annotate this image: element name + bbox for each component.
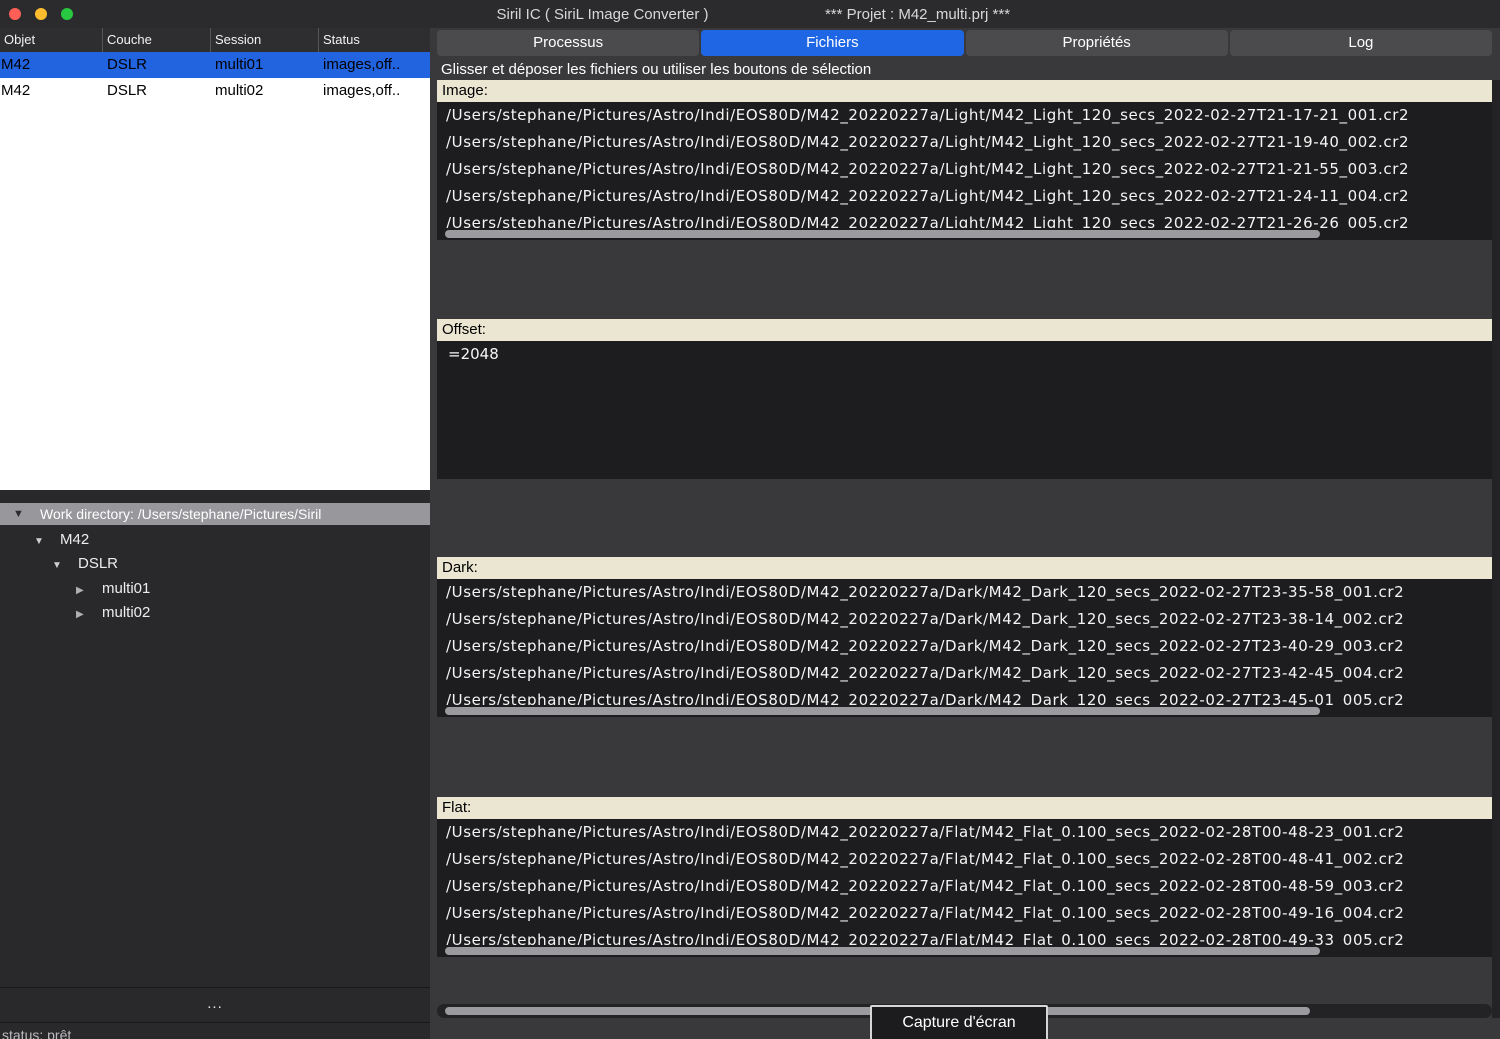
status-text: status: prêt: [2, 1027, 71, 1039]
file-path-item[interactable]: /Users/stephane/Pictures/Astro/Indi/EOS8…: [437, 660, 1492, 687]
tree-item-multi02[interactable]: ▶ multi02: [0, 601, 430, 625]
app-window: Siril IC ( SiriL Image Converter ) *** P…: [0, 0, 1500, 1039]
image-file-list: /Users/stephane/Pictures/Astro/Indi/EOS8…: [437, 102, 1492, 228]
file-path-item[interactable]: /Users/stephane/Pictures/Astro/Indi/EOS8…: [437, 873, 1492, 900]
file-path-item[interactable]: /Users/stephane/Pictures/Astro/Indi/EOS8…: [437, 210, 1492, 228]
collapse-triangle-icon[interactable]: ▼: [13, 503, 24, 525]
horizontal-scrollbar[interactable]: [437, 705, 1492, 717]
directory-tree-panel: ▼ Work directory: /Users/stephane/Pictur…: [0, 490, 430, 1039]
file-path-item[interactable]: /Users/stephane/Pictures/Astro/Indi/EOS8…: [437, 183, 1492, 210]
disclosure-open-icon[interactable]: ▼: [52, 554, 66, 578]
capture-screen-button[interactable]: Capture d'écran: [870, 1005, 1048, 1039]
panel-divider: [0, 1022, 430, 1023]
tree-item-m42[interactable]: ▼ M42: [0, 528, 430, 552]
minimize-button[interactable]: [35, 8, 47, 20]
tab-fichiers[interactable]: Fichiers: [701, 30, 963, 56]
horizontal-scrollbar[interactable]: [437, 945, 1492, 957]
session-row-multi02[interactable]: M42 DSLR multi02 images,off..: [0, 78, 430, 104]
file-path-item[interactable]: /Users/stephane/Pictures/Astro/Indi/EOS8…: [437, 819, 1492, 846]
tab-proprietes[interactable]: Propriétés: [966, 30, 1228, 56]
file-path-item[interactable]: /Users/stephane/Pictures/Astro/Indi/EOS8…: [437, 102, 1492, 129]
cell-couche: DSLR: [103, 78, 211, 104]
tree-item-label: M42: [60, 531, 89, 548]
vertical-scrollbar[interactable]: [1492, 80, 1500, 1018]
horizontal-scrollbar[interactable]: [437, 228, 1492, 240]
overflow-indicator: ...: [0, 995, 430, 1012]
cell-couche: DSLR: [103, 52, 211, 78]
section-label-offset: Offset:: [437, 319, 1492, 341]
work-directory-header[interactable]: ▼ Work directory: /Users/stephane/Pictur…: [0, 503, 430, 525]
offset-list: =2048: [437, 341, 1492, 479]
tab-processus[interactable]: Processus: [437, 30, 699, 56]
tab-bar: Processus Fichiers Propriétés Log: [437, 30, 1492, 56]
window-title: Siril IC ( SiriL Image Converter ): [430, 6, 775, 23]
cell-session: multi01: [211, 52, 319, 78]
file-path-item[interactable]: /Users/stephane/Pictures/Astro/Indi/EOS8…: [437, 687, 1492, 705]
drag-drop-hint: Glisser et déposer les fichiers ou utili…: [441, 61, 1496, 78]
tree-item-label: multi02: [102, 604, 150, 621]
file-path-item[interactable]: /Users/stephane/Pictures/Astro/Indi/EOS8…: [437, 846, 1492, 873]
dark-file-list: /Users/stephane/Pictures/Astro/Indi/EOS8…: [437, 579, 1492, 705]
file-path-item[interactable]: /Users/stephane/Pictures/Astro/Indi/EOS8…: [437, 633, 1492, 660]
column-header-status[interactable]: Status: [319, 28, 430, 52]
column-header-objet[interactable]: Objet: [0, 28, 103, 52]
tree-item-label: multi01: [102, 580, 150, 597]
cell-objet: M42: [0, 78, 103, 104]
disclosure-closed-icon[interactable]: ▶: [76, 603, 90, 627]
column-header-session[interactable]: Session: [211, 28, 319, 52]
table-header-row: Objet Couche Session Status: [0, 28, 430, 52]
work-directory-label: Work directory: /Users/stephane/Pictures…: [40, 503, 321, 525]
cell-status: images,off..: [319, 52, 430, 78]
tab-log[interactable]: Log: [1230, 30, 1492, 56]
column-header-couche[interactable]: Couche: [103, 28, 211, 52]
zoom-button[interactable]: [61, 8, 73, 20]
section-label-dark: Dark:: [437, 557, 1492, 579]
tree-item-label: DSLR: [78, 555, 118, 572]
tree-item-dslr[interactable]: ▼ DSLR: [0, 552, 430, 576]
cell-status: images,off..: [319, 78, 430, 104]
horizontal-scrollbar-thumb[interactable]: [445, 230, 1320, 238]
sessions-table: Objet Couche Session Status M42 DSLR mul…: [0, 28, 430, 490]
file-path-item[interactable]: /Users/stephane/Pictures/Astro/Indi/EOS8…: [437, 579, 1492, 606]
close-button[interactable]: [9, 8, 21, 20]
file-path-item[interactable]: /Users/stephane/Pictures/Astro/Indi/EOS8…: [437, 156, 1492, 183]
file-path-item[interactable]: /Users/stephane/Pictures/Astro/Indi/EOS8…: [437, 129, 1492, 156]
file-path-item[interactable]: /Users/stephane/Pictures/Astro/Indi/EOS8…: [437, 927, 1492, 945]
disclosure-closed-icon[interactable]: ▶: [76, 579, 90, 603]
file-path-item[interactable]: /Users/stephane/Pictures/Astro/Indi/EOS8…: [437, 606, 1492, 633]
window-titlebar: Siril IC ( SiriL Image Converter ) *** P…: [0, 0, 1500, 28]
cell-objet: M42: [0, 52, 103, 78]
panel-divider: [0, 987, 430, 988]
horizontal-scrollbar-thumb[interactable]: [445, 707, 1320, 715]
disclosure-open-icon[interactable]: ▼: [34, 530, 48, 554]
offset-value-item[interactable]: =2048: [437, 341, 1492, 368]
cell-session: multi02: [211, 78, 319, 104]
tree-item-multi01[interactable]: ▶ multi01: [0, 577, 430, 601]
flat-file-list: /Users/stephane/Pictures/Astro/Indi/EOS8…: [437, 819, 1492, 945]
session-row-multi01[interactable]: M42 DSLR multi01 images,off..: [0, 52, 430, 78]
file-path-item[interactable]: /Users/stephane/Pictures/Astro/Indi/EOS8…: [437, 900, 1492, 927]
horizontal-scrollbar-thumb[interactable]: [445, 947, 1320, 955]
files-pane: Processus Fichiers Propriétés Log Glisse…: [430, 28, 1500, 1039]
project-title: *** Projet : M42_multi.prj ***: [775, 6, 1060, 23]
section-label-image: Image:: [437, 80, 1492, 102]
section-label-flat: Flat:: [437, 797, 1492, 819]
